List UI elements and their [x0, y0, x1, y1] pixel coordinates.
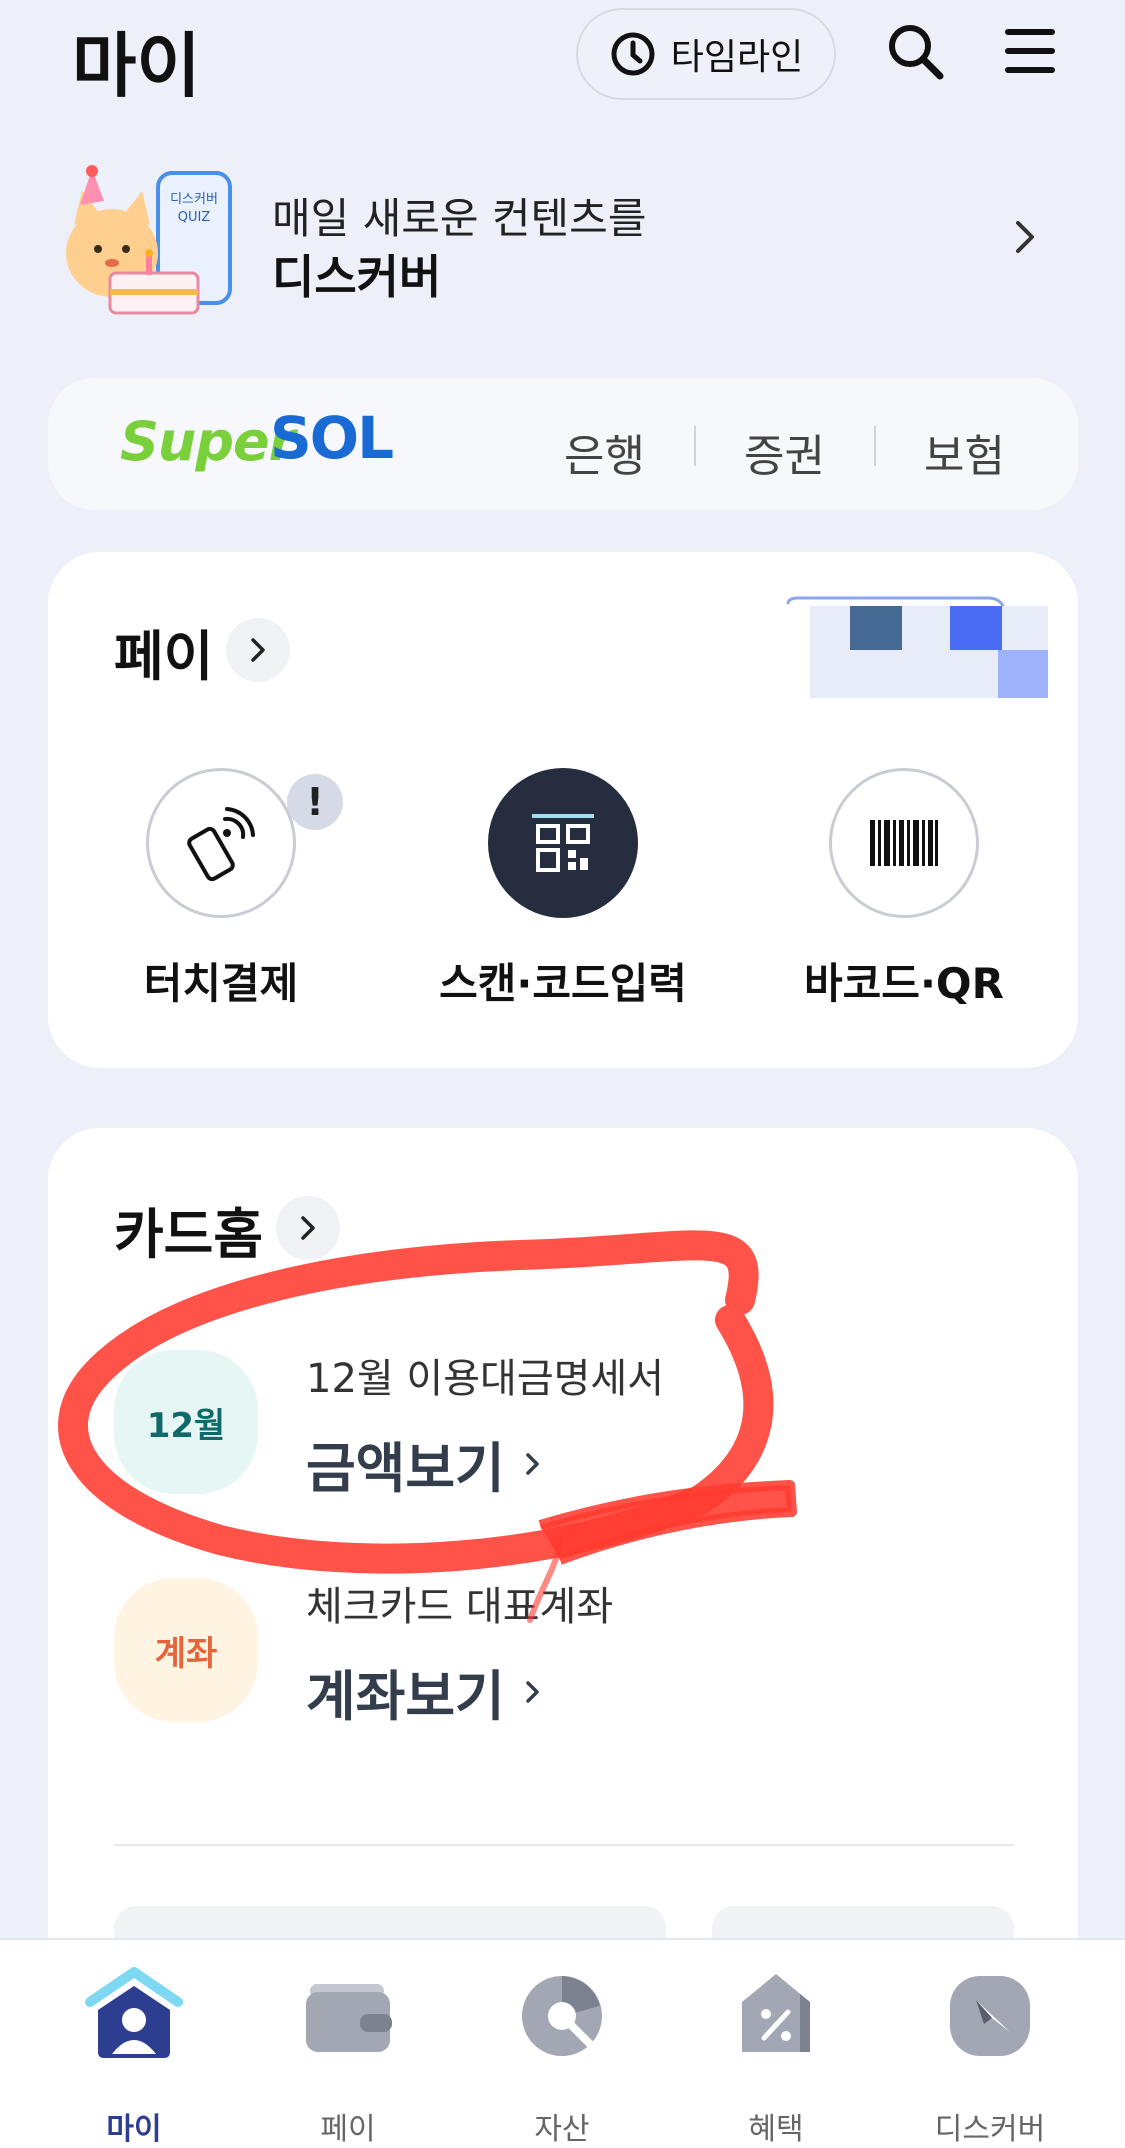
pay-item-label: 바코드·QR	[804, 959, 1004, 1008]
chevron-right-icon	[1016, 221, 1034, 253]
card-home-title[interactable]: 카드홈	[114, 1190, 263, 1269]
chevron-right-icon	[525, 1680, 539, 1703]
tab-bank[interactable]: 은행	[564, 420, 645, 484]
month-badge: 12월	[114, 1350, 258, 1494]
view-account-link[interactable]: 계좌보기	[306, 1652, 543, 1731]
timeline-label: 타임라인	[670, 37, 804, 78]
tab-divider	[694, 426, 696, 466]
super-sol-bar: Super SOL 은행 증권 보험	[48, 378, 1078, 510]
statement-subtitle: 12월 이용대금명세서	[306, 1356, 665, 1402]
chevron-right-icon	[301, 1216, 315, 1240]
pay-item-barcode[interactable]: 바코드·QR	[754, 768, 1054, 1028]
super-sol-logo-sol: SOL	[270, 404, 394, 472]
search-icon[interactable]	[886, 22, 944, 80]
pay-item-scan[interactable]: 스캔·코드입력	[413, 768, 713, 1028]
pie-chart-icon	[522, 1976, 602, 2056]
discover-subtitle: 매일 새로운 컨텐츠를	[272, 194, 647, 243]
timeline-button[interactable]: 타임라인	[576, 8, 836, 100]
nav-item-my[interactable]: 마이	[27, 1940, 241, 2148]
pay-title[interactable]: 페이	[114, 612, 213, 691]
discount-tag-icon	[742, 1974, 810, 2052]
nav-item-assets[interactable]: 자산	[455, 1940, 669, 2148]
clock-icon	[611, 32, 655, 76]
nav-item-discover[interactable]: 디스커버	[883, 1940, 1097, 2148]
page-title: 마이	[72, 25, 201, 107]
quiz-badge-line1: 디스커버	[170, 192, 218, 207]
barcode-pay-circle	[829, 768, 979, 918]
nav-label: 혜택	[748, 2112, 804, 2147]
pay-item-touch[interactable]: ! 터치결제	[71, 768, 371, 1028]
discover-banner[interactable]: 디스커버 QUIZ 매일 새로운 컨텐츠를 디스커버	[50, 165, 1060, 325]
pay-item-label: 터치결제	[143, 959, 299, 1008]
discover-title: 디스커버	[272, 250, 442, 304]
nav-item-pay[interactable]: 페이	[241, 1940, 455, 2148]
view-account-label: 계좌보기	[306, 1665, 505, 1728]
super-sol-logo-super: Super	[120, 410, 295, 473]
quiz-badge-line2: QUIZ	[178, 210, 211, 225]
pay-more-button[interactable]	[226, 618, 290, 682]
notice-badge: !	[287, 774, 343, 830]
phone-nfc-icon	[187, 807, 255, 882]
chevron-right-icon	[525, 1452, 539, 1475]
nav-label: 페이	[320, 2112, 376, 2147]
tab-insurance[interactable]: 보험	[924, 420, 1005, 484]
view-amount-link[interactable]: 금액보기	[306, 1424, 543, 1503]
bottom-nav: 마이 페이 자산 혜택 디스커버	[0, 1938, 1125, 2148]
view-amount-label: 금액보기	[306, 1437, 505, 1500]
touch-pay-circle	[146, 768, 296, 918]
tab-divider	[874, 426, 876, 466]
nav-label: 자산	[534, 2112, 590, 2147]
scan-pay-circle	[488, 768, 638, 918]
chevron-right-icon	[251, 638, 265, 662]
hamburger-menu-icon[interactable]	[1003, 26, 1057, 76]
card-home-more-button[interactable]	[276, 1196, 340, 1260]
divider	[114, 1844, 1014, 1846]
nav-label: 마이	[106, 2112, 162, 2147]
header: 마이 타임라인	[0, 0, 1125, 110]
home-person-icon	[85, 1967, 183, 2058]
account-badge: 계좌	[114, 1578, 258, 1722]
qr-scan-icon	[532, 814, 594, 872]
barcode-icon	[870, 820, 938, 866]
compass-icon	[950, 1976, 1030, 2056]
pay-item-label: 스캔·코드입력	[439, 959, 687, 1008]
tab-securities[interactable]: 증권	[744, 420, 825, 484]
nav-label: 디스커버	[934, 2112, 1046, 2147]
pay-card: 페이 ! 터치결제 스캔·코드입력 바코드·QR	[48, 552, 1078, 1068]
wallet-icon	[306, 1984, 392, 2052]
account-subtitle: 체크카드 대표계좌	[306, 1584, 614, 1630]
pay-promo-graphic	[786, 596, 1048, 698]
discover-quiz-illustration: 디스커버 QUIZ	[66, 165, 232, 315]
nav-item-benefits[interactable]: 혜택	[669, 1940, 883, 2148]
